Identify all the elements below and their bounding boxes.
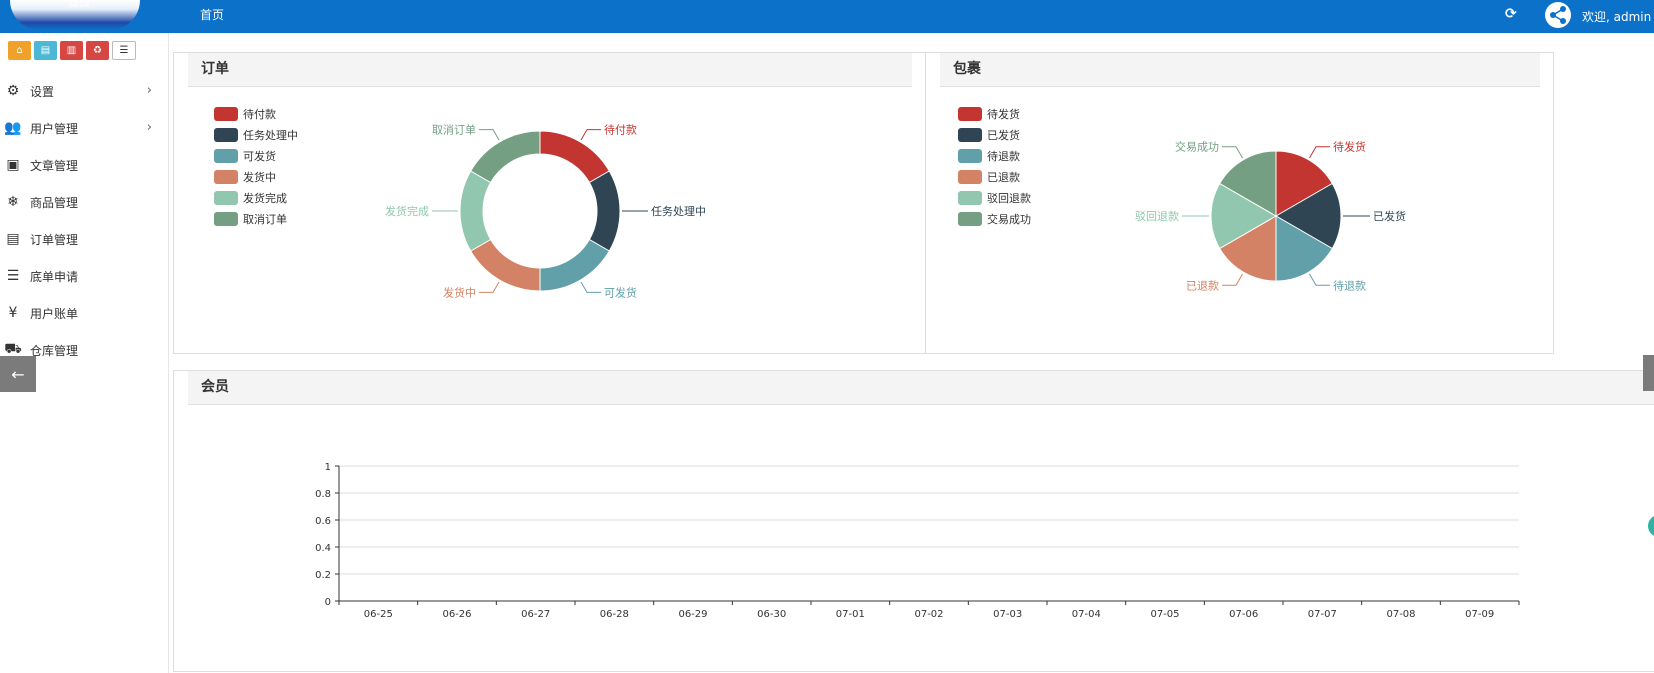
users-icon: 👥 [4,120,22,136]
chevron-right-icon: › [146,83,152,98]
top-bar: 首页 首页 ⟳ 欢迎, admin ▾ [0,0,1654,33]
slice-label: 发货完成 [385,204,429,218]
y-tick-label: 0.8 [315,489,331,500]
user-menu[interactable]: 欢迎, admin ▾ [1582,8,1654,25]
y-tick-label: 0.4 [315,543,331,554]
orders-donut-chart: 待付款任务处理中可发货 发货中 发货完成 取消订单 [385,123,706,300]
members-line-chart: 0 0.2 0.4 0.6 0.8 1 06-25 06-26 06-27 06-28 06-29 0… [315,462,1520,620]
sidebar-item-label: 用户管理 [30,121,79,136]
packages-panel: 包裹 待发货 已发货 待退款 已退款 驳回退款 交易成功 待发货 已发货 待退款 已退… [925,52,1554,354]
x-tick-label: 07-07 [1308,609,1337,620]
slice-label: 取消订单 [432,123,476,137]
x-tick-label: 06-27 [521,609,550,620]
packages-pie-chart: 待发货已发货待退款 已退款 驳回退款 交易成功 [1135,140,1406,293]
x-tick-label: 06-28 [600,609,629,620]
sidebar-item-label: 底单申请 [30,269,79,284]
sidebar-item-label: 设置 [30,84,55,99]
pie-slice[interactable] [470,238,541,292]
slice-label: 已发货 [1373,209,1406,223]
sidebar-item-orders[interactable]: ▤ 订单管理 [0,221,160,257]
label-leader-line [580,281,601,293]
x-tick-label: 06-25 [364,609,393,620]
x-tick-label: 07-06 [1229,609,1258,620]
scroll-handle[interactable] [1643,355,1654,391]
pie-slice[interactable] [539,238,610,292]
server-icon: ▤ [6,231,20,247]
slice-label: 任务处理中 [651,205,706,218]
y-tick-label: 0.2 [315,570,331,581]
sidebar-item-bill-request[interactable]: ☰ 底单申请 [0,258,160,294]
x-tick-label: 06-29 [678,609,707,620]
sidebar: ⌂ ▤ ▥ ♻ ☰ ⚙ 设置 › 👥 用户管理 › ▣ 文章管理 ❄ 商品管理 … [0,33,169,673]
arrow-left-icon[interactable]: ← [0,356,36,392]
x-tick-label: 07-05 [1150,609,1179,620]
pie-slice[interactable] [459,170,492,252]
logo[interactable]: 首页 [10,0,140,30]
share-nodes-icon[interactable] [1545,2,1571,28]
refresh-icon[interactable]: ⟳ [1505,6,1517,22]
x-tick-label: 06-26 [442,609,471,620]
trash-icon[interactable]: ▥ [60,41,83,60]
slice-label: 可发货 [604,285,637,299]
y-tick-label: 0 [325,597,331,608]
sidebar-item-articles[interactable]: ▣ 文章管理 [0,147,160,183]
label-leader-line [1309,146,1330,159]
sidebar-item-products[interactable]: ❄ 商品管理 [0,184,160,220]
members-panel: 会员 0 0.2 0.4 0.6 0.8 1 06-25 06-26 06-27 06-28 06-… [173,370,1654,672]
pie-slice[interactable] [588,170,621,252]
x-tick-label: 07-03 [993,609,1022,620]
x-tick-label: 06-30 [757,609,786,620]
pie-slice[interactable] [470,130,541,184]
label-leader-line [1222,146,1243,159]
slice-label: 驳回退款 [1135,209,1179,223]
orders-panel: 订单 待付款 任务处理中 可发货 发货中 发货完成 取消订单 待付款 任务处理中可… [173,52,926,354]
bars-icon: ☰ [6,268,20,284]
gears-icon: ⚙ [6,83,20,99]
label-leader-line [479,281,500,293]
slice-label: 待发货 [1333,140,1366,154]
slice-label: 待付款 [604,123,637,137]
label-leader-line [479,129,500,141]
shortcut-bar: ⌂ ▤ ▥ ♻ ☰ [8,41,136,60]
sidebar-item-label: 文章管理 [30,158,79,173]
label-leader-line [1222,273,1243,286]
label-leader-line [1309,273,1330,286]
slice-label: 待退款 [1333,278,1366,292]
sidebar-item-users[interactable]: 👥 用户管理 › [0,110,160,146]
yen-icon: ¥ [8,305,18,321]
sidebar-item-settings[interactable]: ⚙ 设置 › [0,73,160,109]
recycle-icon[interactable]: ♻ [86,41,109,60]
y-tick-label: 0.6 [315,516,331,527]
list-icon[interactable]: ☰ [112,41,136,60]
sidebar-item-user-bills[interactable]: ¥ 用户账单 [0,295,160,331]
slice-label: 发货中 [443,285,476,299]
x-tick-label: 07-01 [836,609,865,620]
x-tick-label: 07-04 [1072,609,1101,620]
pie-slice[interactable] [539,130,610,184]
chevron-right-icon: › [146,120,152,135]
home-icon[interactable]: ⌂ [8,41,31,60]
x-tick-label: 07-02 [914,609,943,620]
file-icon[interactable]: ▤ [34,41,57,60]
slice-label: 交易成功 [1175,140,1219,154]
sidebar-item-label: 用户账单 [30,306,79,321]
logo-text: 首页 [68,0,90,9]
nav-home-tab[interactable]: 首页 [200,6,224,23]
label-leader-line [580,129,601,141]
sidebar-item-label: 商品管理 [30,195,79,210]
x-tick-label: 07-09 [1465,609,1494,620]
snowflake-icon: ❄ [7,194,19,210]
slice-label: 已退款 [1186,278,1219,292]
newspaper-icon: ▣ [6,157,20,173]
sidebar-item-label: 仓库管理 [30,343,79,358]
sidebar-item-label: 订单管理 [30,232,79,247]
y-tick-label: 1 [325,462,331,473]
x-tick-label: 07-08 [1386,609,1415,620]
